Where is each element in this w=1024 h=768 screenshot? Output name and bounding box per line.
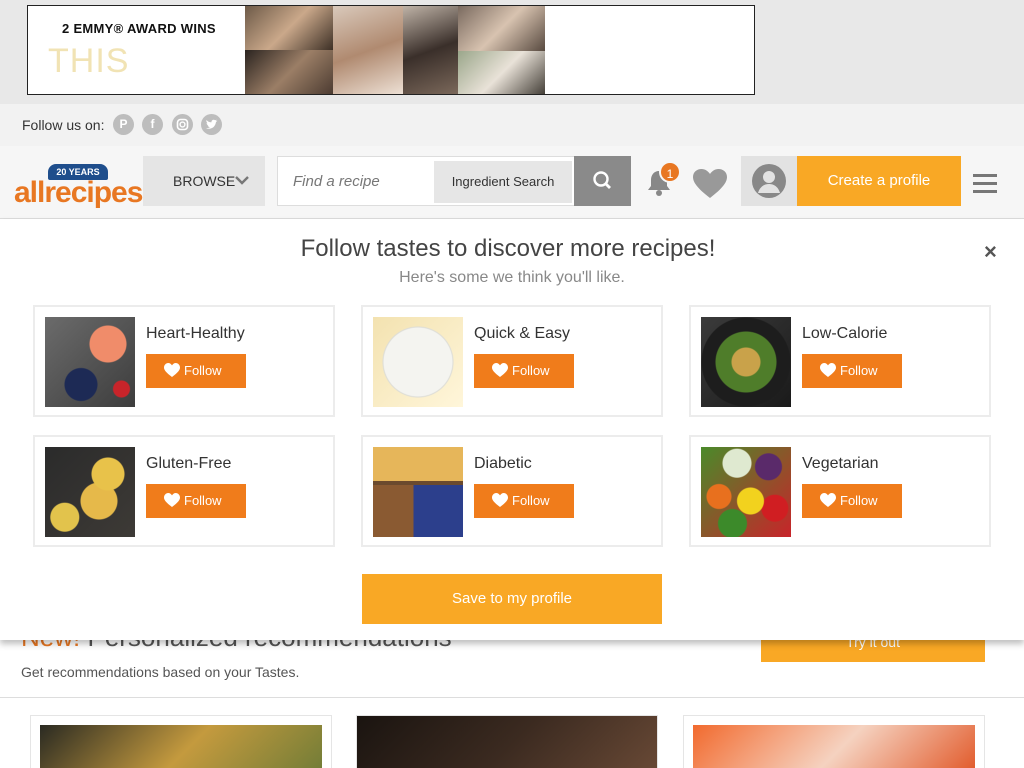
modal-title: Follow tastes to discover more recipes! bbox=[300, 235, 716, 262]
follow-us-bar: Follow us on: P f bbox=[0, 104, 1024, 146]
ad-show-title: THIS bbox=[48, 42, 130, 80]
follow-label: Follow bbox=[512, 363, 550, 378]
heart-icon bbox=[820, 493, 836, 507]
facebook-icon[interactable]: f bbox=[142, 114, 163, 135]
heart-icon bbox=[820, 363, 836, 377]
follow-label: Follow bbox=[184, 493, 222, 508]
twitter-icon[interactable] bbox=[201, 114, 222, 135]
follow-label: Follow bbox=[840, 363, 878, 378]
search-button[interactable] bbox=[574, 156, 631, 206]
favorites-heart-icon[interactable] bbox=[692, 168, 728, 200]
profile-avatar-button[interactable] bbox=[741, 156, 797, 206]
taste-card-heart-healthy: Heart-Healthy Follow bbox=[33, 305, 335, 417]
logo-wordmark: allrecipes bbox=[14, 176, 143, 209]
heart-icon bbox=[492, 493, 508, 507]
recommendations-description: Get recommendations based on your Tastes… bbox=[21, 664, 300, 680]
recipe-card[interactable] bbox=[356, 715, 658, 768]
browse-label: BROWSE bbox=[173, 173, 236, 189]
heart-icon bbox=[492, 363, 508, 377]
recipe-card[interactable] bbox=[30, 715, 332, 768]
ingredient-search-button[interactable]: Ingredient Search bbox=[434, 161, 572, 203]
taste-card-diabetic: Diabetic Follow bbox=[361, 435, 663, 547]
follow-button[interactable]: Follow bbox=[802, 354, 902, 388]
taste-name: Low-Calorie bbox=[802, 325, 888, 342]
recipe-card-image bbox=[40, 725, 322, 768]
close-icon[interactable]: × bbox=[984, 239, 997, 265]
taste-image bbox=[373, 317, 463, 407]
save-to-profile-button[interactable]: Save to my profile bbox=[362, 574, 662, 624]
taste-name: Quick & Easy bbox=[474, 325, 571, 342]
taste-name: Gluten-Free bbox=[146, 455, 232, 472]
hamburger-menu-icon[interactable] bbox=[973, 174, 997, 194]
follow-label: Follow bbox=[840, 493, 878, 508]
follow-button[interactable]: Follow bbox=[474, 354, 574, 388]
follow-button[interactable]: Follow bbox=[474, 484, 574, 518]
taste-name: Heart-Healthy bbox=[146, 325, 245, 342]
site-header: 20 YEARS allrecipes BROWSE Ingredient Se… bbox=[0, 146, 1024, 219]
chevron-down-icon bbox=[235, 176, 249, 185]
create-profile-button[interactable]: Create a profile bbox=[797, 156, 961, 206]
taste-card-gluten-free: Gluten-Free Follow bbox=[33, 435, 335, 547]
search-input[interactable] bbox=[278, 157, 434, 205]
avatar-icon bbox=[752, 164, 786, 198]
taste-image bbox=[45, 317, 135, 407]
ad-banner[interactable]: 2 EMMY® AWARD WINS THIS bbox=[27, 5, 755, 95]
follow-button[interactable]: Follow bbox=[802, 484, 902, 518]
recipe-card-image bbox=[693, 725, 975, 768]
modal-subtitle: Here's some we think you'll like. bbox=[399, 269, 625, 286]
taste-card-low-calorie: Low-Calorie Follow bbox=[689, 305, 991, 417]
notification-count-badge: 1 bbox=[659, 161, 681, 183]
heart-icon bbox=[164, 493, 180, 507]
taste-image bbox=[45, 447, 135, 537]
instagram-icon[interactable] bbox=[172, 114, 193, 135]
taste-image bbox=[701, 447, 791, 537]
taste-image bbox=[701, 317, 791, 407]
follow-tastes-modal: Follow tastes to discover more recipes! … bbox=[0, 219, 1024, 640]
follow-button[interactable]: Follow bbox=[146, 354, 246, 388]
follow-us-label: Follow us on: bbox=[22, 117, 105, 133]
follow-button[interactable]: Follow bbox=[146, 484, 246, 518]
taste-card-vegetarian: Vegetarian Follow bbox=[689, 435, 991, 547]
taste-image bbox=[373, 447, 463, 537]
recipe-card-image bbox=[357, 716, 657, 768]
ad-photo-collage bbox=[245, 6, 545, 94]
recipe-card[interactable] bbox=[683, 715, 985, 768]
heart-icon bbox=[164, 363, 180, 377]
follow-label: Follow bbox=[512, 493, 550, 508]
ad-headline: 2 EMMY® AWARD WINS bbox=[62, 21, 216, 36]
taste-name: Diabetic bbox=[474, 455, 532, 472]
section-divider bbox=[0, 697, 1024, 698]
follow-label: Follow bbox=[184, 363, 222, 378]
ad-strip: 2 EMMY® AWARD WINS THIS bbox=[0, 0, 1024, 104]
allrecipes-logo[interactable]: 20 YEARS allrecipes bbox=[14, 162, 143, 209]
taste-name: Vegetarian bbox=[802, 455, 879, 472]
pinterest-icon[interactable]: P bbox=[113, 114, 134, 135]
browse-button[interactable]: BROWSE bbox=[143, 156, 265, 206]
taste-card-quick-easy: Quick & Easy Follow bbox=[361, 305, 663, 417]
search-bar: Ingredient Search bbox=[277, 156, 631, 206]
search-icon bbox=[593, 171, 611, 189]
